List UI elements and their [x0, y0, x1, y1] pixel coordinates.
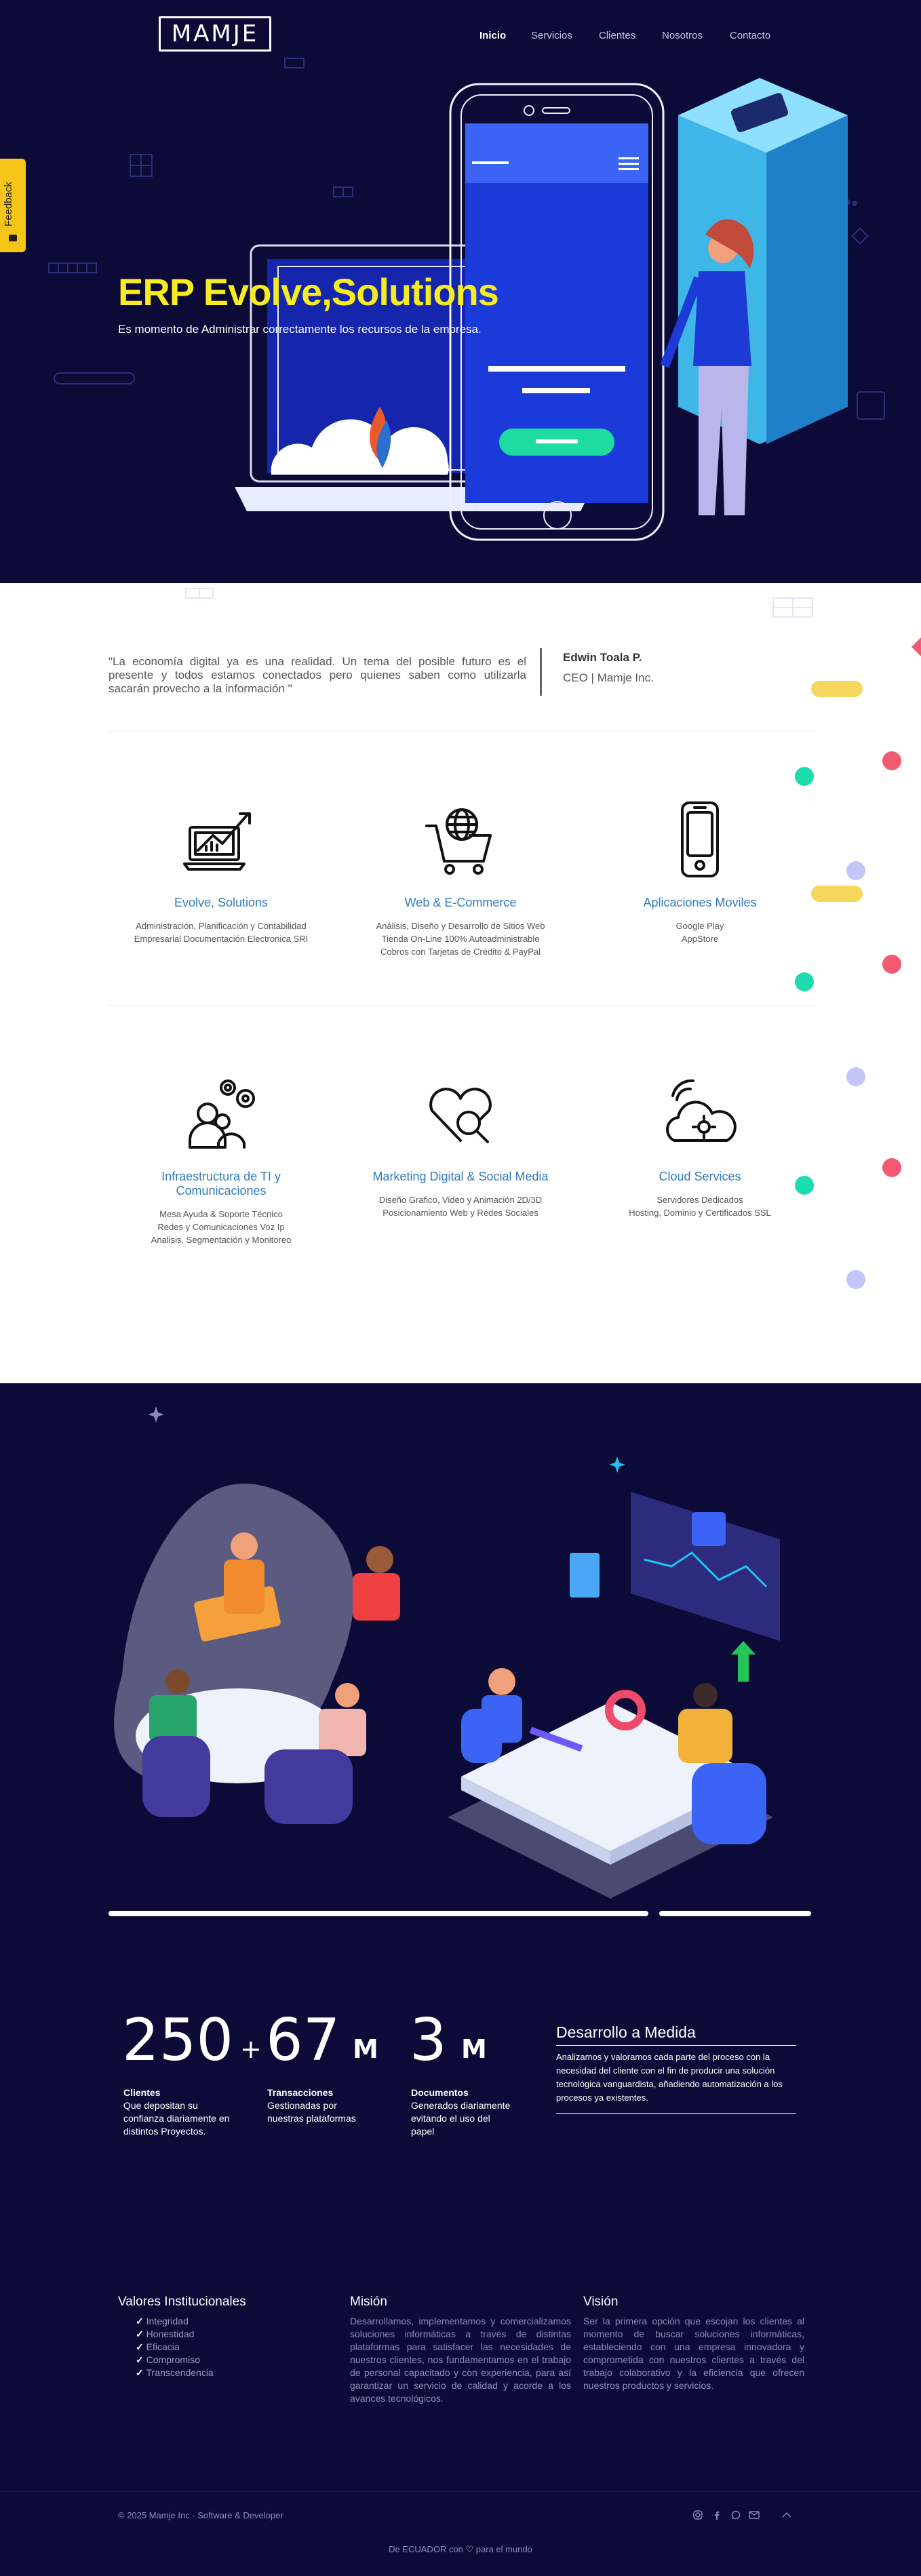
service-marketing[interactable]: Marketing Digital & Social Media Diseño … — [359, 1073, 562, 1219]
valor-item: Compromiso — [136, 2354, 214, 2366]
nav-clientes[interactable]: Clientes — [599, 30, 635, 41]
stat-unit: M — [461, 2034, 487, 2064]
testimonial-divider — [540, 648, 542, 696]
valor-item: Eficacia — [136, 2341, 214, 2354]
feedback-label: Feedback — [3, 182, 14, 226]
divider — [109, 1005, 814, 1006]
valor-item: Integridad — [136, 2315, 214, 2328]
service-title: Infraestructura de TI y Comunicaciones — [161, 1170, 281, 1197]
hero-title: ERP Evolve,Solutions — [118, 271, 499, 313]
testimonial-role: CEO | Mamje Inc. — [563, 671, 654, 684]
service-line: Administración, Planificación y Contabil… — [136, 921, 307, 931]
stat-desc: Gestionadas por nuestras plataformas — [267, 2100, 356, 2124]
vision-text: Ser la primera opción que escojan los cl… — [583, 2316, 804, 2391]
vision-title: Visión — [583, 2295, 619, 2309]
laptop-growth-icon — [183, 812, 251, 871]
users-gears-icon — [189, 1079, 255, 1149]
service-line: Posicionamiento Web y Redes Sociales — [383, 1208, 538, 1218]
desarrollo-title: Desarrollo a Medida — [556, 2023, 696, 2041]
service-line: Google Play — [675, 921, 724, 931]
stat-value: 67 — [266, 2006, 340, 2074]
services-decor — [185, 588, 921, 1289]
divider — [556, 2045, 796, 2046]
service-mobile-apps[interactable]: Aplicaciones Moviles Google Play AppStor… — [598, 799, 802, 945]
nav-contacto[interactable]: Contacto — [730, 30, 770, 41]
service-title: Marketing Digital & Social Media — [372, 1170, 549, 1183]
stat-desc: Que depositan su confianza diariamente e… — [123, 2100, 230, 2137]
stat-unit: M — [353, 2034, 378, 2064]
service-evolve[interactable]: Evolve, Solutions Administración, Planif… — [119, 799, 323, 945]
service-line: Análisis, Diseño y Desarrollo de Sitios … — [376, 921, 545, 931]
service-it-infrastructure[interactable]: Infraestructura de TI y Comunicaciones M… — [119, 1073, 323, 1246]
instagram-icon[interactable] — [693, 2510, 703, 2520]
stat-value: 250 — [122, 2006, 234, 2074]
footer-copyright: © 2025 Mamje Inc - Software & Developer — [118, 2510, 283, 2520]
service-line: Servidores Dedicados — [657, 1195, 743, 1205]
testimonial-quote: "La economía digital ya es una realidad.… — [109, 655, 526, 695]
email-icon[interactable] — [749, 2511, 760, 2519]
valor-item: Honestidad — [136, 2328, 214, 2341]
desarrollo-text: Analizamos y valoramos cada parte del pr… — [556, 2052, 783, 2103]
service-line: Mesa Ayuda & Soporte Técnico — [159, 1209, 283, 1219]
cloud-services-icon — [666, 1079, 737, 1142]
service-line: AppStore — [681, 934, 719, 944]
valor-item: Transcendencia — [136, 2366, 214, 2379]
feedback-tab[interactable]: Feedback — [0, 159, 26, 252]
scroll-top-icon[interactable] — [781, 2512, 792, 2518]
footer-tagline: De ECUADOR con ♡ para el mundo — [0, 2544, 921, 2555]
valores-title: Valores Institucionales — [118, 2295, 246, 2309]
testimonial-name: Edwin Toala P. — [563, 651, 642, 664]
facebook-icon[interactable] — [712, 2510, 722, 2520]
valores-list: Integridad Honestidad Eficacia Compromis… — [136, 2315, 214, 2379]
nav-servicios[interactable]: Servicios — [531, 30, 572, 41]
service-title: Web & E-Commerce — [404, 896, 517, 909]
nav-inicio[interactable]: Inicio — [479, 30, 506, 41]
service-line: Analisis, Segmentación y Monitoreo — [151, 1235, 292, 1245]
service-line: Hosting, Dominio y Certificados SSL — [629, 1208, 771, 1218]
service-line: Tienda On-Line 100% Autoadministrable — [381, 934, 540, 944]
service-cloud[interactable]: Cloud Services Servidores Dedicados Host… — [598, 1073, 802, 1219]
stat-title: Clientes — [123, 2087, 161, 2098]
service-line: Empresarial Documentación Electronica SR… — [134, 934, 309, 944]
hero-section: MAMJE Inicio Servicios Clientes Nosotros… — [0, 0, 921, 583]
stat-title: Documentos — [411, 2087, 469, 2098]
mision-title: Misión — [350, 2295, 387, 2309]
logo[interactable]: MAMJE — [159, 16, 271, 52]
stat-title: Transacciones — [267, 2087, 334, 2098]
whatsapp-icon[interactable] — [731, 2510, 741, 2520]
team-illustration — [109, 1406, 811, 1916]
mision-text: Desarrollamos, implementamos y comercial… — [350, 2316, 571, 2404]
service-line: Diseño Grafico, Video y Animación 2D/3D — [378, 1195, 543, 1205]
stat-desc: Generados diariamente evitando el uso de… — [411, 2100, 511, 2137]
stat-value: 3 — [410, 2006, 447, 2074]
service-title: Aplicaciones Moviles — [643, 896, 757, 909]
cart-globe-icon — [425, 808, 492, 875]
hero-subtitle: Es momento de Administrar correctamente … — [118, 323, 482, 336]
nav-nosotros[interactable]: Nosotros — [662, 30, 703, 41]
footer-divider — [0, 2491, 921, 2492]
services-section: "La economía digital ya es una realidad.… — [0, 583, 921, 1383]
service-line: Redes y Comunicaciones Voz Ip — [157, 1222, 285, 1232]
stat-prefix: + — [240, 2034, 262, 2064]
mobile-phone-icon — [681, 801, 719, 877]
tagline-pre: De ECUADOR con — [389, 2544, 463, 2554]
divider — [556, 2113, 796, 2114]
service-web-ecommerce[interactable]: Web & E-Commerce Análisis, Diseño y Desa… — [359, 799, 562, 958]
divider — [109, 731, 814, 732]
feedback-icon — [9, 235, 17, 241]
service-line: Cobros con Tarjetas de Crédito & PayPal — [380, 947, 541, 957]
heart-icon: ♡ — [465, 2544, 474, 2554]
tagline-post: para el mundo — [475, 2544, 532, 2554]
heart-search-icon — [429, 1088, 492, 1143]
service-title: Cloud Services — [659, 1170, 741, 1183]
service-title: Evolve, Solutions — [174, 896, 269, 909]
